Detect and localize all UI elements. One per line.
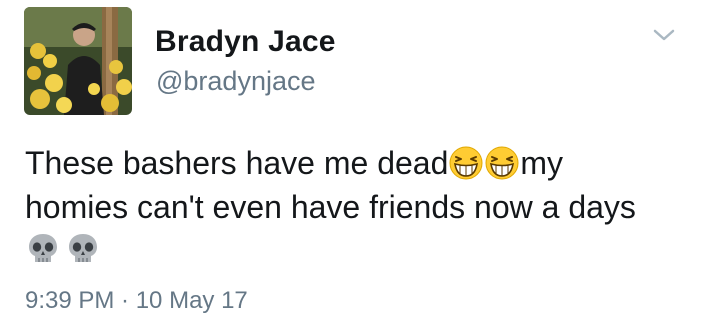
grinning-squinting-face-icon	[448, 145, 484, 181]
profile-photo-icon	[24, 7, 132, 115]
tweet-timestamp[interactable]: 9:39 PM · 10 May 17	[25, 287, 248, 315]
tweet-text-segment: These bashers have me dead	[25, 145, 449, 181]
skull-icon	[65, 231, 101, 267]
tweet-line-2: homies can't even have friends now a day…	[25, 189, 636, 225]
author-handle[interactable]: @bradynjace	[156, 66, 316, 97]
author-name[interactable]: Bradyn Jace	[155, 25, 336, 59]
skull-icon	[25, 231, 61, 267]
tweet-emoji-row	[25, 229, 695, 275]
tweet-text-segment: my	[520, 145, 564, 181]
tweet-card: Bradyn Jace @bradynjace These bashers ha…	[0, 0, 719, 336]
tweet-text: These bashers have me dead my homies can…	[25, 141, 695, 275]
grinning-squinting-face-icon	[484, 145, 520, 181]
avatar[interactable]	[24, 7, 132, 115]
tweet-line-1: These bashers have me dead my	[25, 141, 695, 185]
chevron-down-icon[interactable]	[652, 26, 676, 44]
